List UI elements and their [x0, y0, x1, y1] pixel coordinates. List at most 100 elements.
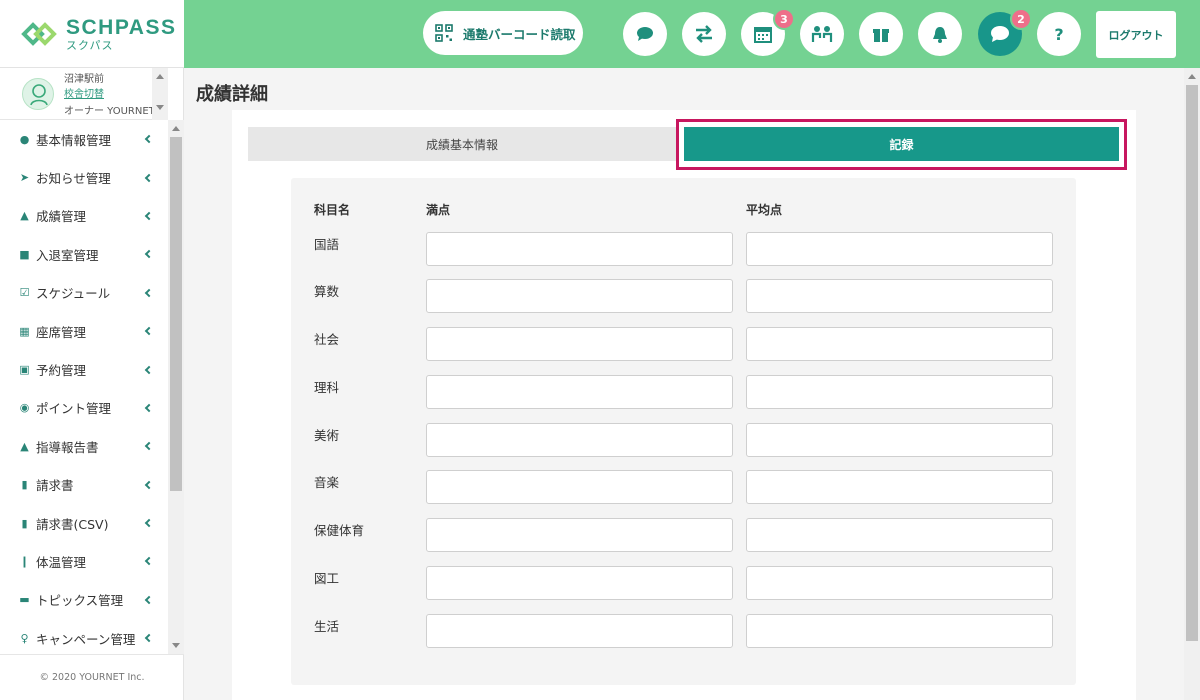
sidebar-item-invoice-csv[interactable]: ▮ 請求書(CSV) — [0, 504, 168, 542]
copyright: © 2020 YOURNET Inc. — [0, 654, 184, 700]
school-switch-link[interactable]: 校舎切替 — [64, 85, 104, 100]
average-input[interactable] — [746, 232, 1053, 266]
invoice-icon: ▮ — [21, 478, 28, 492]
full-score-input[interactable] — [426, 614, 733, 648]
full-score-input[interactable] — [426, 232, 733, 266]
logo[interactable]: SCHPASS スクパス — [0, 0, 184, 68]
subject-label: 生活 — [314, 619, 340, 634]
subject-label: 算数 — [314, 284, 340, 299]
calendar-button[interactable]: 3 — [741, 8, 795, 56]
graduation-cap-icon: ▲ — [20, 209, 29, 223]
sidebar-item-topics[interactable]: ▬ トピックス管理 — [0, 581, 168, 619]
school-name: 沼津駅前 — [64, 74, 104, 85]
chevron-left-icon — [144, 480, 154, 489]
sidebar-scrollbar[interactable] — [168, 120, 184, 654]
chevron-left-icon — [144, 557, 154, 566]
sidebar-item-grades[interactable]: ▲ 成績管理 — [0, 197, 168, 235]
notification-button[interactable] — [918, 12, 962, 56]
thermometer-icon: ❙ — [19, 554, 30, 568]
chevron-left-icon — [144, 518, 154, 528]
subject-label: 社会 — [314, 332, 340, 347]
header-full-score: 満点 — [426, 203, 451, 217]
subject-label: 理科 — [314, 380, 340, 395]
full-score-input[interactable] — [426, 327, 733, 361]
sidebar-item-campaigns[interactable]: ♀ キャンペーン管理 — [0, 619, 168, 654]
sidebar-menu: ● 基本情報管理 ➤ お知らせ管理 ▲ 成績管理 ■ 入退室管理 ☑ スケジュール ▦ 座席… — [0, 120, 168, 654]
page-title: 成績詳細 — [196, 84, 268, 105]
chevron-left-icon — [144, 250, 154, 259]
point-icon: ◉ — [19, 401, 30, 415]
sidebar-item-invoice[interactable]: ▮ 請求書 — [0, 466, 168, 504]
chevron-left-icon — [144, 211, 154, 221]
transfer-button[interactable] — [682, 12, 726, 56]
subject-label: 保健体育 — [314, 523, 365, 538]
average-input[interactable] — [746, 423, 1053, 457]
full-score-input[interactable] — [426, 375, 733, 409]
qr-code-icon — [435, 24, 453, 42]
average-input[interactable] — [746, 279, 1053, 313]
sidebar-item-reports[interactable]: ▲ 指導報告書 — [0, 427, 168, 465]
help-button[interactable]: ? — [1037, 12, 1081, 56]
chat-button[interactable] — [623, 12, 667, 56]
sidebar: 沼津駅前 校舎切替 オーナー YOURNET ● 基本情報管理 ➤ お知らせ管理 ▲… — [0, 68, 184, 700]
logout-button[interactable]: ログアウト — [1096, 11, 1176, 58]
main-scrollbar-thumb[interactable] — [1186, 85, 1198, 641]
sidebar-item-notices[interactable]: ➤ お知らせ管理 — [0, 158, 168, 196]
full-score-input[interactable] — [426, 423, 733, 457]
barcode-read-label: 通塾バーコード読取 — [463, 26, 576, 42]
top-bar: 通塾バーコード読取 3 2 ? ログアウト — [184, 0, 1200, 68]
chevron-left-icon — [144, 173, 154, 182]
calendar-icon — [754, 27, 772, 43]
subject-label: 音楽 — [314, 475, 340, 490]
bell-icon — [933, 27, 947, 43]
book-icon: ▬ — [19, 593, 30, 607]
invoice-icon: ▮ — [21, 516, 28, 530]
sidebar-item-reservations[interactable]: ▣ 予約管理 — [0, 350, 168, 388]
sidebar-item-seats[interactable]: ▦ 座席管理 — [0, 312, 168, 350]
graduation-cap-icon: ▲ — [20, 439, 29, 453]
chevron-left-icon — [144, 403, 154, 413]
campaign-icon: ♀ — [20, 631, 29, 645]
full-score-input[interactable] — [426, 470, 733, 504]
sidebar-scrollbar-thumb[interactable] — [170, 137, 182, 491]
avatar — [22, 78, 54, 110]
sidebar-item-schedule[interactable]: ☑ スケジュール — [0, 274, 168, 312]
chevron-left-icon — [144, 288, 154, 297]
tab-record[interactable]: 記録 — [684, 127, 1119, 161]
chevron-left-icon — [144, 134, 154, 144]
reservation-icon: ▣ — [19, 363, 30, 377]
full-score-input[interactable] — [426, 566, 733, 600]
messages-badge: 2 — [1010, 8, 1032, 30]
average-input[interactable] — [746, 518, 1053, 552]
message-bubble-icon — [991, 26, 1009, 42]
main-scrollbar[interactable] — [1184, 68, 1200, 700]
barcode-read-button[interactable]: 通塾バーコード読取 — [423, 11, 583, 55]
full-score-input[interactable] — [426, 518, 733, 552]
average-input[interactable] — [746, 614, 1053, 648]
sidebar-item-temperature[interactable]: ❙ 体温管理 — [0, 542, 168, 580]
sidebar-item-entry-exit[interactable]: ■ 入退室管理 — [0, 235, 168, 273]
exchange-arrows-icon — [696, 25, 712, 43]
brand-sub: スクパス — [66, 38, 114, 52]
calendar-badge: 3 — [773, 8, 795, 30]
sidebar-item-basic-info[interactable]: ● 基本情報管理 — [0, 120, 168, 158]
chevron-left-icon — [144, 634, 154, 643]
full-score-input[interactable] — [426, 279, 733, 313]
brand-name: SCHPASS — [66, 15, 177, 39]
average-input[interactable] — [746, 375, 1053, 409]
user-box-scrollbar[interactable] — [152, 68, 168, 120]
tab-basic-info[interactable]: 成績基本情報 — [248, 127, 676, 161]
average-input[interactable] — [746, 470, 1053, 504]
gift-icon — [873, 29, 889, 42]
chevron-left-icon — [144, 365, 154, 374]
gift-button[interactable] — [859, 12, 903, 56]
average-input[interactable] — [746, 566, 1053, 600]
sidebar-item-points[interactable]: ◉ ポイント管理 — [0, 389, 168, 427]
chevron-left-icon — [144, 442, 154, 451]
average-input[interactable] — [746, 327, 1053, 361]
messages-button[interactable]: 2 — [978, 8, 1032, 56]
user-role: オーナー YOURNET — [64, 106, 155, 117]
chevron-left-icon — [144, 326, 154, 336]
subject-label: 美術 — [314, 428, 340, 443]
meeting-button[interactable] — [800, 12, 844, 56]
